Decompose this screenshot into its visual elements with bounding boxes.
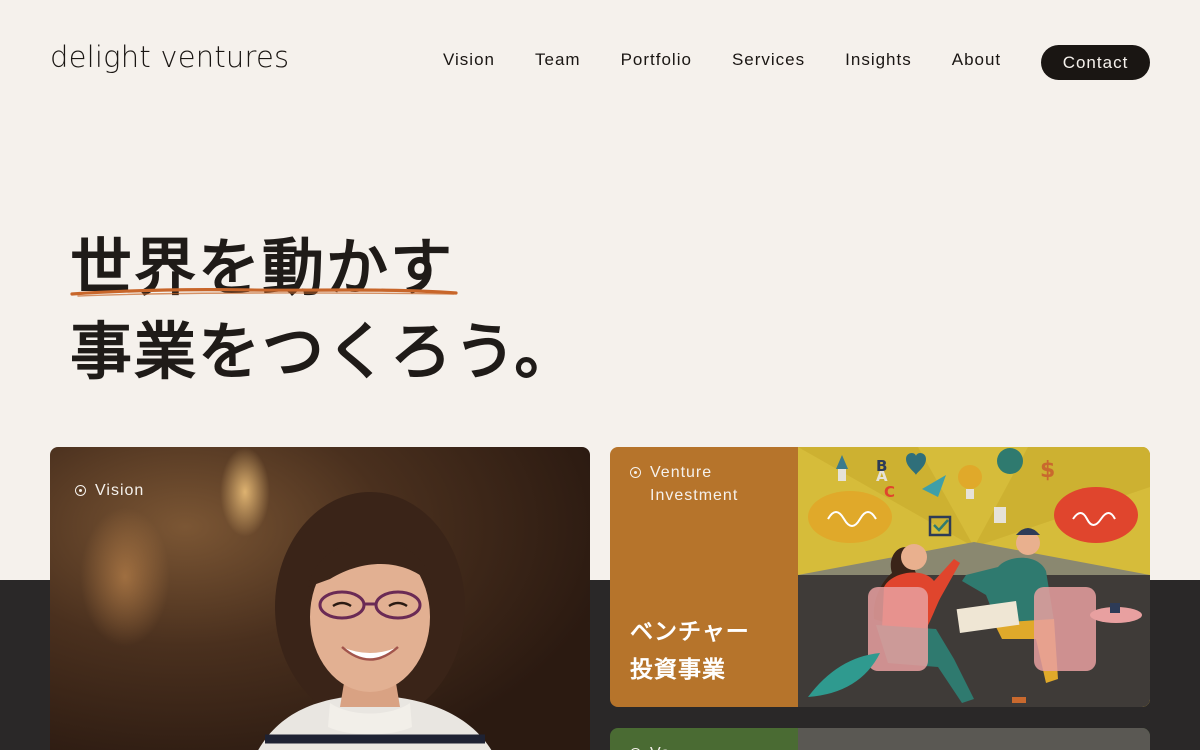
nav-vision[interactable]: Vision [443, 47, 495, 73]
vision-tag: Vision [75, 479, 144, 502]
logo[interactable]: delight ventures [50, 40, 289, 74]
hero-underline [70, 288, 458, 297]
svg-text:B: B [876, 457, 887, 475]
next-tag: Ve [630, 742, 671, 750]
next-card[interactable]: Ve [610, 728, 1150, 750]
portrait-photo [258, 492, 492, 750]
nav-insights[interactable]: Insights [845, 47, 912, 73]
nav-services[interactable]: Services [732, 47, 805, 73]
nav-about[interactable]: About [952, 47, 1001, 73]
venture-title: ベンチャー 投資事業 [630, 613, 750, 689]
venture-tag: Venture Investment [630, 461, 738, 507]
venture-tag-line-2: Investment [650, 487, 739, 504]
venture-title-line-1: ベンチャー [630, 619, 750, 645]
vision-tag-label: Vision [95, 482, 145, 499]
venture-investment-card[interactable]: Venture Investment ベンチャー 投資事業 A B C $ [610, 447, 1150, 707]
hero-line-2: 事業をつくろう。 [70, 315, 579, 388]
hero-heading: 世界を動かす 事業をつくろう。 [70, 226, 578, 394]
svg-text:$: $ [1040, 458, 1055, 483]
venture-tag-line-1: Venture [650, 464, 713, 481]
circle-dot-icon [75, 485, 86, 496]
circle-dot-icon [630, 467, 641, 478]
svg-text:C: C [884, 483, 895, 501]
contact-button[interactable]: Contact [1041, 45, 1150, 80]
nav-team[interactable]: Team [535, 47, 581, 73]
meeting-illustration: A B C $ [798, 447, 1150, 707]
nav-portfolio[interactable]: Portfolio [621, 47, 692, 73]
main-nav: Vision Team Portfolio Services Insights … [443, 47, 1041, 73]
next-tag-label: Ve [650, 742, 671, 750]
vision-card[interactable]: Vision [50, 447, 590, 750]
next-card-image [798, 728, 1150, 750]
background-light [80, 507, 170, 647]
venture-title-line-2: 投資事業 [630, 657, 726, 683]
